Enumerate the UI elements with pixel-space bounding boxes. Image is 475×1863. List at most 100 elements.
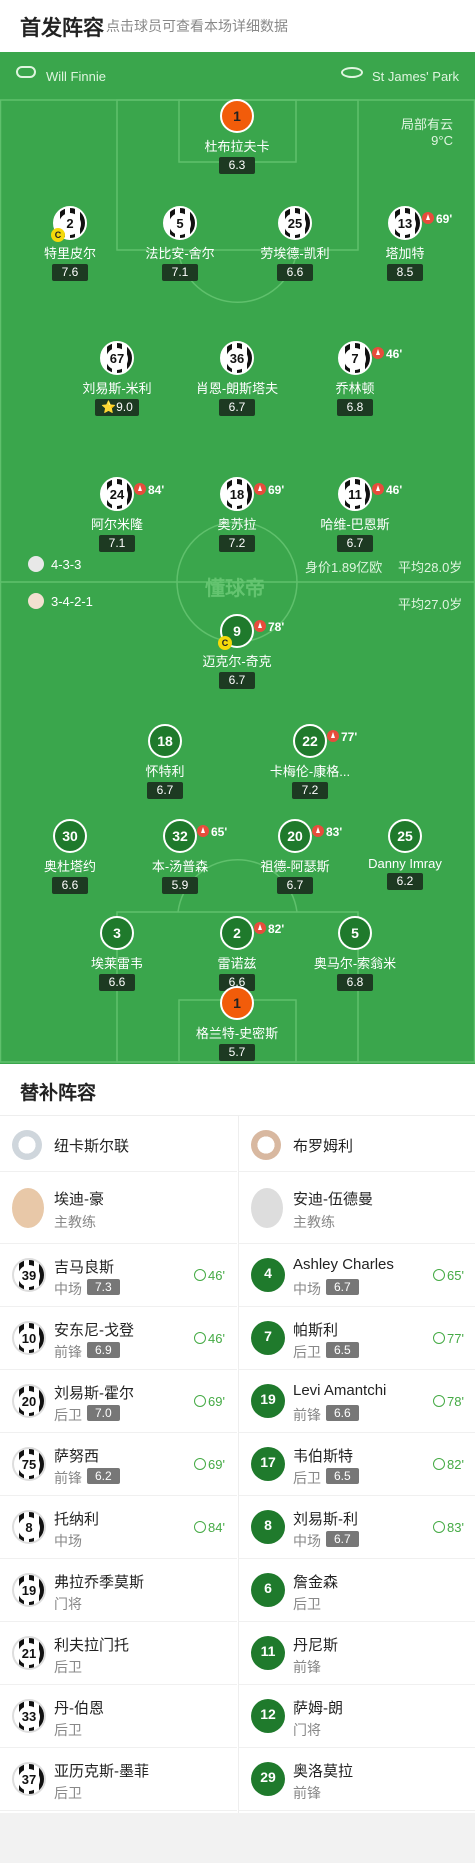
- sub-player-rating: 7.3: [87, 1279, 120, 1295]
- sub-player-row[interactable]: 4 Ashley Charles 中场 6.7 65': [239, 1244, 475, 1307]
- sub-player-row[interactable]: 8 托纳利 中场 84': [0, 1496, 237, 1559]
- rating-value: 6.7: [346, 536, 364, 550]
- away-subs-column: 布罗姆利 安迪-伍德曼 主教练 4 Ashley Charles 中场 6.7 65' 7…: [238, 1116, 475, 1813]
- home-player[interactable]: 7 46' 乔林顿 6.8: [285, 341, 425, 416]
- player-rating: 8.5: [387, 264, 423, 281]
- shirt-number: 11: [260, 1643, 276, 1659]
- home-player[interactable]: 13 69' 塔加特 8.5: [335, 206, 475, 281]
- sub-time: 46': [386, 483, 403, 497]
- shirt-icon: 11 46': [338, 477, 402, 511]
- sub-time: 77': [341, 730, 358, 744]
- away-coach-row[interactable]: 安迪-伍德曼 主教练: [239, 1172, 475, 1244]
- shirt-number: 18: [226, 484, 248, 506]
- shirt-number: 5: [351, 925, 359, 941]
- home-player[interactable]: 67 刘易斯-米利 ⭐9.0: [47, 341, 187, 416]
- rating-value: 6.7: [286, 878, 304, 892]
- sub-on-time: 84': [208, 1520, 225, 1535]
- sub-on-indicator: 46': [194, 1268, 225, 1283]
- shirt-number: 32: [172, 828, 188, 844]
- shirt-number: 19: [18, 1580, 40, 1602]
- sub-player-row[interactable]: 21 利夫拉门托 后卫: [0, 1622, 237, 1685]
- shirt-number: 29: [260, 1769, 276, 1785]
- sub-player-row[interactable]: 7 帕斯利 后卫 6.5 77': [239, 1307, 475, 1370]
- sub-player-position: 前锋: [293, 1785, 321, 1801]
- away-player[interactable]: 22 77' 卡梅伦-康格... 7.2: [240, 724, 380, 799]
- home-coach-row[interactable]: 埃迪-豪 主教练: [0, 1172, 237, 1244]
- rating-value: 9.0: [116, 400, 133, 414]
- home-player[interactable]: 11 46' 哈维-巴恩斯 6.7: [285, 477, 425, 552]
- sub-player-row[interactable]: 19 Levi Amantchi 前锋 6.6 78': [239, 1370, 475, 1433]
- away-player[interactable]: 25 Danny Imray 6.2: [335, 819, 475, 890]
- away-player[interactable]: 3 埃莱雷韦 6.6: [47, 916, 187, 991]
- rating-value: 6.8: [346, 975, 364, 989]
- rating-value: 7.1: [171, 265, 189, 279]
- sub-off-indicator: 78': [254, 612, 284, 642]
- shirt-number: 3: [113, 925, 121, 941]
- player-name: 乔林顿: [335, 381, 375, 396]
- sub-player-row[interactable]: 29 奥洛莫拉 前锋: [239, 1748, 475, 1811]
- sub-player-row[interactable]: 17 韦伯斯特 后卫 6.5 82': [239, 1433, 475, 1496]
- sub-on-time: 78': [447, 1394, 464, 1409]
- sub-off-indicator: 65': [197, 817, 227, 847]
- sub-player-rating: 6.2: [87, 1468, 120, 1484]
- sub-player-row[interactable]: 39 吉马良斯 中场 7.3 46': [0, 1244, 237, 1307]
- player-name: 刘易斯-米利: [82, 381, 152, 396]
- sub-player-name: 詹金森: [293, 1574, 339, 1591]
- shirt-number: 37: [18, 1769, 40, 1791]
- sub-player-row[interactable]: 33 丹-伯恩 后卫: [0, 1685, 237, 1748]
- sub-player-position: 前锋: [293, 1407, 321, 1423]
- shirt-icon: 36: [220, 341, 254, 375]
- away-player[interactable]: 1 格兰特-史密斯 5.7: [167, 986, 307, 1061]
- sub-player-rating: 6.6: [326, 1405, 359, 1421]
- shirt-icon: 32 65': [163, 819, 227, 853]
- sub-player-row[interactable]: 20 刘易斯-霍尔 后卫 7.0 69': [0, 1370, 237, 1433]
- home-subs-column: 纽卡斯尔联 埃迪-豪 主教练 39 吉马良斯 中场 7.3 46' 10 安东尼-戈登 前锋 6…: [0, 1116, 237, 1813]
- shirt-icon: 5: [338, 916, 372, 950]
- rating-value: 7.6: [61, 265, 79, 279]
- sub-player-rating: 6.7: [326, 1279, 359, 1295]
- sub-on-indicator: 77': [433, 1331, 464, 1346]
- away-team-row[interactable]: 布罗姆利: [239, 1116, 475, 1172]
- rating-value: 5.9: [171, 878, 189, 892]
- sub-off-indicator: 77': [327, 722, 357, 752]
- away-player[interactable]: 18 怀特利 6.7: [95, 724, 235, 799]
- shirt-icon: 10: [12, 1321, 46, 1355]
- sub-player-row[interactable]: 11 丹尼斯 前锋: [239, 1622, 475, 1685]
- home-team-row[interactable]: 纽卡斯尔联: [0, 1116, 237, 1172]
- shirt-icon: 18: [148, 724, 182, 758]
- sub-on-indicator: 84': [194, 1520, 225, 1535]
- sub-off-indicator: 46': [372, 339, 402, 369]
- lineup-header: 首发阵容 点击球员可查看本场详细数据: [0, 0, 475, 52]
- sub-on-indicator: 46': [194, 1331, 225, 1346]
- home-player[interactable]: 1 杜布拉夫卡 6.3: [167, 99, 307, 174]
- sub-player-row[interactable]: 19 弗拉乔季莫斯 门将: [0, 1559, 237, 1622]
- shirt-number: 11: [344, 484, 366, 506]
- shirt-number: 20: [18, 1391, 40, 1413]
- shirt-number: 36: [226, 348, 248, 370]
- sub-player-row[interactable]: 8 刘易斯-利 中场 6.7 83': [239, 1496, 475, 1559]
- shirt-number: 12: [260, 1706, 276, 1722]
- away-player[interactable]: 9 C 78' 迈克尔-奇克 6.7: [167, 614, 307, 689]
- shirt-icon: 19: [12, 1573, 46, 1607]
- sub-player-row[interactable]: 10 安东尼-戈登 前锋 6.9 46': [0, 1307, 237, 1370]
- away-avg-age: 平均27.0岁: [398, 597, 463, 612]
- player-rating: 6.7: [219, 672, 255, 689]
- sub-time: 82': [268, 922, 285, 936]
- player-name: Danny Imray: [368, 856, 442, 871]
- sub-player-row[interactable]: 37 亚历克斯-墨菲 后卫: [0, 1748, 237, 1811]
- sub-player-row[interactable]: 6 詹金森 后卫: [239, 1559, 475, 1622]
- sub-player-name: 帕斯利: [293, 1322, 339, 1339]
- coach-avatar-placeholder-icon: [251, 1188, 283, 1228]
- home-player[interactable]: 24 84' 阿尔米隆 7.1: [47, 477, 187, 552]
- sub-on-icon: [194, 1521, 207, 1533]
- shirt-number: 39: [18, 1265, 40, 1287]
- sub-player-row[interactable]: 12 萨姆-朗 门将: [239, 1685, 475, 1748]
- subs-title: 替补阵容: [20, 1083, 97, 1104]
- sub-player-row[interactable]: 75 萨努西 前锋 6.2 69': [0, 1433, 237, 1496]
- sub-on-time: 82': [447, 1457, 464, 1472]
- away-player[interactable]: 5 奥马尔-索翁米 6.8: [285, 916, 425, 991]
- sub-player-position: 前锋: [293, 1659, 321, 1675]
- sub-on-indicator: 65': [433, 1268, 464, 1283]
- subs-header: 替补阵容: [0, 1064, 475, 1116]
- shirt-icon: 24 84': [100, 477, 164, 511]
